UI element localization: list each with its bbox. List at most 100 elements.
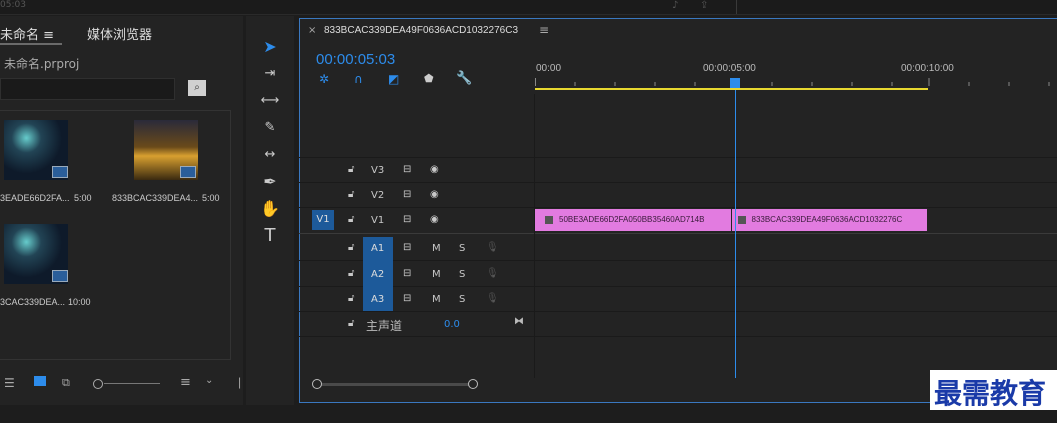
icon-view-icon[interactable] — [34, 376, 46, 386]
clip-icon — [52, 166, 68, 178]
close-icon[interactable]: × — [308, 25, 316, 36]
track-name-v1: V1 — [371, 215, 385, 226]
nest-icon[interactable]: ✲ — [319, 72, 329, 86]
lock-icon[interactable]: 🔓︎ — [348, 293, 354, 304]
sync-lock-icon[interactable]: ⊟ — [403, 189, 411, 200]
tab-project-label: 未命名 — [0, 28, 40, 43]
mic-icon[interactable]: 🎙︎ — [486, 242, 499, 253]
item-name: 3CAC339DEA... — [0, 297, 66, 307]
track-name-v3: V3 — [371, 165, 385, 176]
clip-name: 50BE3ADE66D2FA050BB35460AD714B — [559, 215, 705, 224]
list-view-icon[interactable]: ☰ — [4, 376, 15, 390]
eye-icon[interactable]: ◉ — [430, 214, 439, 225]
sync-lock-icon[interactable]: ⊟ — [403, 242, 411, 253]
wrench-icon[interactable]: 🔧 — [456, 71, 472, 86]
lock-icon[interactable]: 🔓︎ — [348, 164, 354, 175]
track-divider — [299, 233, 1057, 234]
mic-icon[interactable]: 🎙︎ — [486, 293, 499, 304]
mute-button[interactable]: M — [432, 243, 441, 254]
track-name-a2[interactable]: A2 — [371, 269, 384, 280]
track-divider — [299, 336, 1057, 337]
export-icon: ⇪ — [700, 0, 709, 11]
snap-icon[interactable]: ∩ — [354, 72, 363, 86]
solo-button[interactable]: S — [459, 294, 465, 305]
playhead-timecode[interactable]: 00:00:05:03 — [316, 51, 395, 68]
video-clip[interactable]: 50BE3ADE66D2FA050BB35460AD714B — [535, 209, 731, 231]
new-bin-icon[interactable]: ⌕ — [188, 80, 206, 96]
item-name: 3EADE66D2FA... — [0, 193, 70, 203]
track-select-tool-icon[interactable]: ⇥ — [258, 62, 282, 86]
watermark: 最需教育 — [934, 377, 1047, 410]
horizontal-scrollbar[interactable] — [313, 383, 473, 386]
track-divider — [299, 311, 1057, 312]
eye-icon[interactable]: ◉ — [430, 189, 439, 200]
chevron-down-icon[interactable]: ⌄ — [205, 375, 213, 386]
item-name: 833BCAC339DEA4... — [112, 193, 199, 203]
lock-icon[interactable]: 🔓︎ — [348, 318, 354, 329]
scroll-handle-right[interactable] — [468, 379, 478, 389]
search-input[interactable] — [0, 78, 175, 100]
ruler-label: 00:00:05:00 — [703, 63, 756, 74]
freeform-view-icon[interactable]: ⧉ — [62, 376, 70, 390]
pen-tool-icon[interactable]: ✒ — [258, 170, 282, 194]
marker-icon[interactable]: ⬟ — [424, 72, 434, 85]
solo-button[interactable]: S — [459, 269, 465, 280]
track-divider — [299, 157, 1057, 158]
sequence-icon — [52, 270, 68, 282]
mute-button[interactable]: M — [432, 294, 441, 305]
zoom-slider[interactable] — [104, 383, 160, 384]
lock-icon[interactable]: 🔓︎ — [348, 214, 354, 225]
sequence-tab[interactable]: 833BCAC339DEA49F0636ACD1032276C3 — [324, 25, 518, 36]
ruler-label: 00:00:10:00 — [901, 63, 954, 74]
top-bar: 05:03 ♪ ⇪ — [0, 0, 1057, 15]
item-duration: 10:00 — [68, 297, 91, 307]
tab-underline — [0, 43, 62, 45]
track-name-v2: V2 — [371, 190, 385, 201]
master-label: 主声道 — [366, 319, 403, 333]
lock-icon[interactable]: 🔓︎ — [348, 268, 354, 279]
work-area-bar[interactable] — [535, 88, 928, 90]
ruler-label: 00:00 — [536, 63, 562, 74]
track-divider — [299, 207, 1057, 208]
top-time: 05:03 — [0, 0, 26, 10]
ripple-edit-tool-icon[interactable]: ⟷ — [258, 89, 282, 113]
clip-icon — [180, 166, 196, 178]
selection-tool-icon[interactable]: ➤ — [258, 35, 282, 59]
eye-icon[interactable]: ◉ — [430, 164, 439, 175]
razor-tool-icon[interactable]: ✎ — [258, 116, 282, 140]
divider — [736, 0, 737, 14]
track-divider — [299, 260, 1057, 261]
track-name-a1[interactable]: A1 — [371, 243, 384, 254]
track-divider — [299, 182, 1057, 183]
panel-menu-icon[interactable]: ≡ — [539, 23, 549, 37]
track-name-a3[interactable]: A3 — [371, 294, 384, 305]
more-icon[interactable]: ❘ — [235, 376, 244, 389]
sync-lock-icon[interactable]: ⊟ — [403, 268, 411, 279]
sort-icon[interactable]: ≡ — [180, 375, 191, 390]
item-duration: 5:00 — [202, 193, 220, 203]
mic-icon[interactable]: 🎙︎ — [486, 268, 499, 279]
type-tool-icon[interactable]: T — [258, 224, 282, 248]
tab-media-browser[interactable]: 媒体浏览器 — [87, 24, 152, 43]
master-volume-value[interactable]: 0.0 — [444, 319, 460, 330]
linked-selection-icon[interactable]: ◩ — [388, 72, 399, 86]
tab-project[interactable]: 未命名 ≡ — [0, 24, 54, 43]
zoom-slider-handle[interactable] — [93, 379, 103, 389]
slip-tool-icon[interactable]: ↔ — [258, 143, 282, 167]
project-filename: 未命名.prproj — [4, 57, 80, 71]
mute-button[interactable]: M — [432, 269, 441, 280]
sync-lock-icon[interactable]: ⊟ — [403, 214, 411, 225]
lock-icon[interactable]: 🔓︎ — [348, 189, 354, 200]
sync-lock-icon[interactable]: ⊟ — [403, 164, 411, 175]
source-patch-v1[interactable]: V1 — [312, 210, 334, 230]
fx-icon — [737, 215, 746, 224]
sync-lock-icon[interactable]: ⊟ — [403, 293, 411, 304]
item-duration: 5:00 — [74, 193, 92, 203]
video-clip[interactable]: 833BCAC339DEA49F0636ACD1032276C — [731, 209, 927, 231]
goto-in-out-icon[interactable]: ⧓ — [514, 316, 524, 327]
solo-button[interactable]: S — [459, 243, 465, 254]
hand-tool-icon[interactable]: ✋ — [258, 197, 282, 221]
lock-icon[interactable]: 🔓︎ — [348, 242, 354, 253]
playhead-handle[interactable] — [730, 78, 741, 88]
scroll-handle-left[interactable] — [312, 379, 322, 389]
